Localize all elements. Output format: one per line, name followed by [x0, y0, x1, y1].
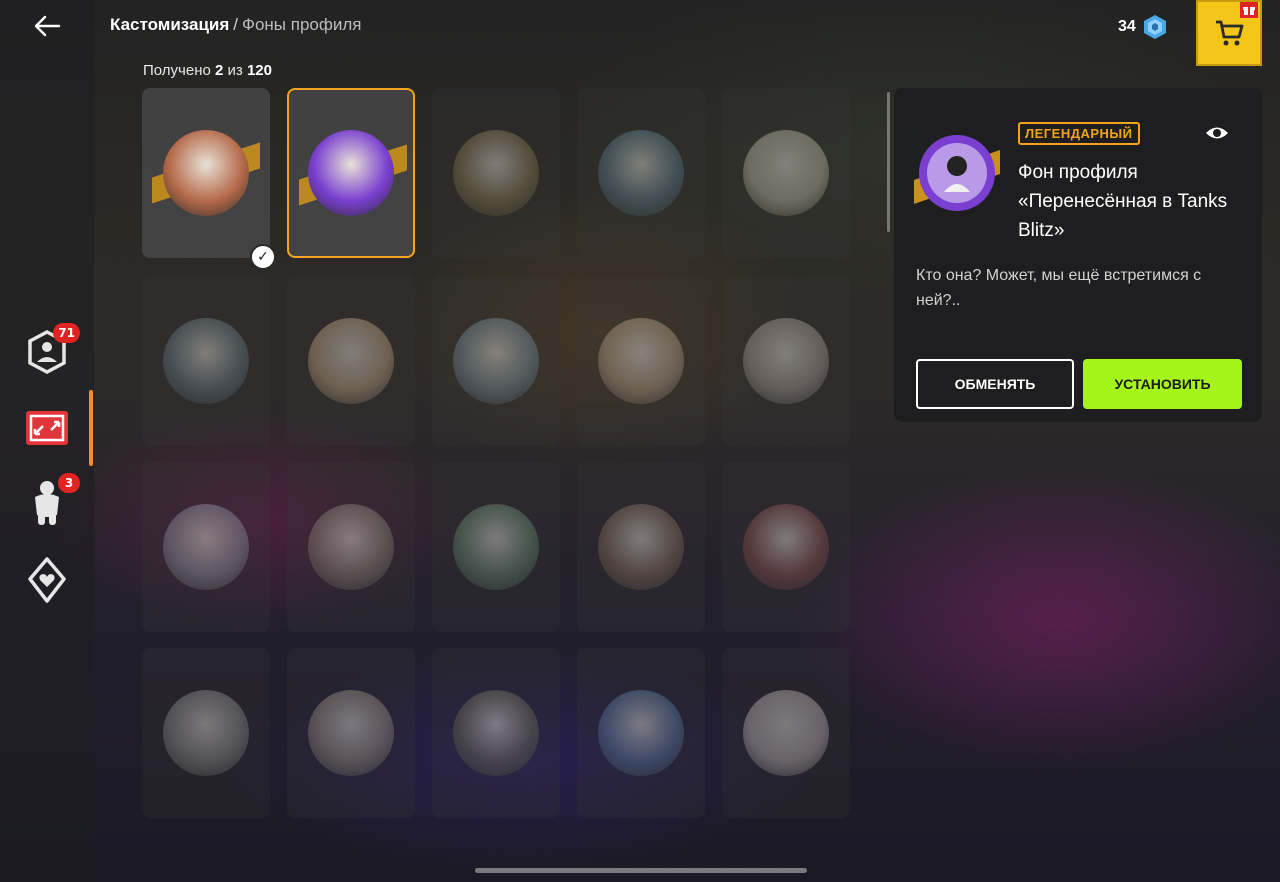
progress-total: 120 [246, 62, 272, 79]
background-thumbnail [598, 690, 684, 776]
background-thumbnail [743, 130, 829, 216]
progress-prefix: Получено [143, 62, 211, 79]
currency-amount: 34 [1118, 18, 1136, 35]
background-card[interactable] [287, 462, 415, 632]
sidebar-item-favorites[interactable] [20, 553, 74, 607]
preview-button[interactable] [1204, 122, 1230, 144]
sidebar-item-backgrounds[interactable] [20, 401, 74, 455]
detail-title: Фон профиля «Перенесённая в Tanks Blitz» [1018, 162, 1228, 241]
background-card[interactable] [432, 462, 560, 632]
progress-owned: 2 [215, 62, 224, 79]
background-thumbnail [598, 504, 684, 590]
sidebar-badge-profile: 71 [53, 323, 80, 343]
background-card[interactable] [722, 276, 850, 446]
eye-icon [1206, 127, 1228, 139]
background-card[interactable] [432, 276, 560, 446]
background-card[interactable] [722, 648, 850, 818]
background-card[interactable] [142, 462, 270, 632]
grid-scrollbar[interactable] [475, 868, 807, 873]
sidebar: 71 3 [0, 0, 94, 882]
gem-icon [1143, 15, 1166, 39]
background-card[interactable] [722, 462, 850, 632]
background-thumbnail [163, 690, 249, 776]
background-thumbnail [453, 130, 539, 216]
gift-icon [1240, 2, 1258, 18]
exchange-button[interactable]: ОБМЕНЯТЬ [916, 359, 1074, 409]
background-card[interactable] [142, 648, 270, 818]
background-card[interactable] [432, 648, 560, 818]
background-card[interactable] [287, 88, 415, 258]
arrow-left-icon [34, 15, 61, 37]
background-card[interactable] [577, 88, 705, 258]
background-thumbnail [743, 318, 829, 404]
detail-thumbnail [914, 130, 1000, 216]
background-thumbnail [453, 690, 539, 776]
background-card[interactable] [577, 276, 705, 446]
progress-mid: из [227, 62, 243, 79]
collection-progress: Получено 2 из 120 [143, 62, 272, 79]
breadcrumb-customization[interactable]: Кастомизация [110, 15, 229, 34]
background-card[interactable] [577, 462, 705, 632]
background-card[interactable] [287, 648, 415, 818]
background-card[interactable] [577, 648, 705, 818]
background-thumbnail [743, 690, 829, 776]
background-thumbnail [743, 504, 829, 590]
background-thumbnail [308, 318, 394, 404]
background-thumbnail [598, 130, 684, 216]
sidebar-item-profile[interactable]: 71 [20, 323, 80, 379]
breadcrumb-separator: / [233, 15, 239, 34]
install-button[interactable]: УСТАНОВИТЬ [1083, 359, 1242, 409]
breadcrumb: Кастомизация / Фоны профиля [110, 15, 361, 35]
background-thumbnail [308, 130, 394, 216]
rarity-badge: ЛЕГЕНДАРНЫЙ [1018, 122, 1140, 145]
background-thumbnail [163, 130, 249, 216]
equipped-check-icon: ✓ [250, 244, 276, 270]
cart-icon [1216, 20, 1244, 46]
backgrounds-grid: ✓ [142, 88, 850, 882]
heart-shield-icon [28, 557, 66, 603]
breadcrumb-current: Фоны профиля [242, 15, 362, 34]
currency-balance[interactable]: 34 [1118, 14, 1168, 40]
sidebar-active-indicator [89, 390, 93, 466]
background-card[interactable] [142, 276, 270, 446]
panel-scroll-indicator [887, 92, 890, 232]
cart-button[interactable] [1196, 0, 1262, 66]
detail-description: Кто она? Может, мы ещё встретимся с ней?… [916, 267, 1202, 309]
background-card[interactable] [287, 276, 415, 446]
frame-corners-icon [26, 411, 68, 445]
background-thumbnail [453, 504, 539, 590]
background-thumbnail [453, 318, 539, 404]
sidebar-item-avatars[interactable]: 3 [20, 473, 80, 529]
background-card[interactable] [432, 88, 560, 258]
background-thumbnail [163, 504, 249, 590]
detail-panel: ЛЕГЕНДАРНЫЙ Фон профиля «Перенесённая в … [894, 88, 1262, 422]
back-button[interactable] [30, 12, 64, 40]
background-thumbnail [598, 318, 684, 404]
background-thumbnail [308, 690, 394, 776]
background-card[interactable]: ✓ [142, 88, 276, 270]
background-thumbnail [308, 504, 394, 590]
background-thumbnail [163, 318, 249, 404]
sidebar-badge-avatars: 3 [58, 473, 80, 493]
background-card[interactable] [722, 88, 850, 258]
